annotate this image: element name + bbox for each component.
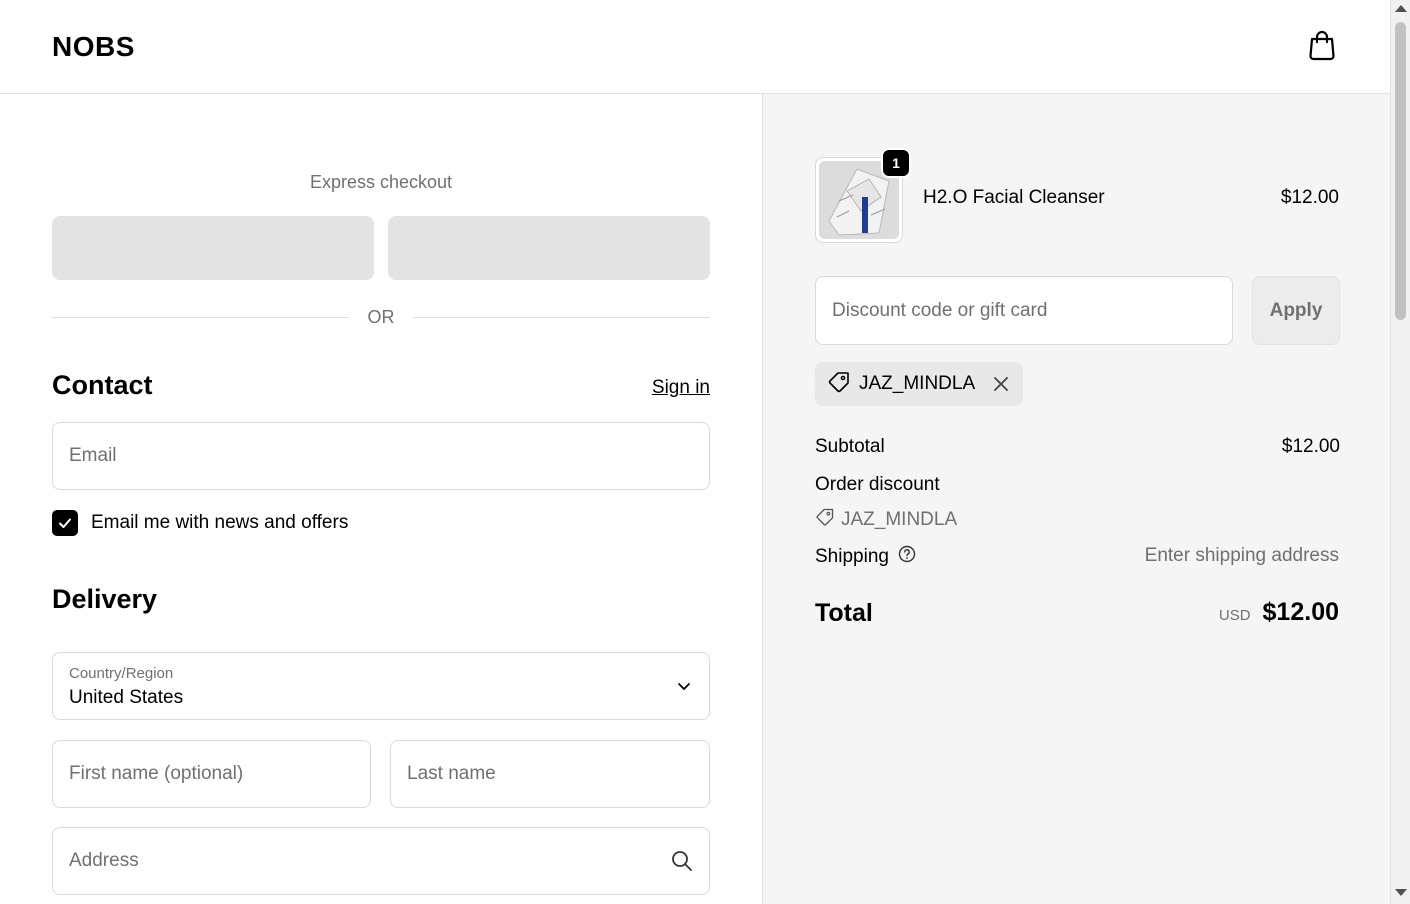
last-name-input[interactable] bbox=[391, 741, 709, 807]
scrollbar[interactable] bbox=[1390, 0, 1410, 904]
delivery-heading: Delivery bbox=[52, 584, 158, 614]
contact-heading: Contact bbox=[52, 370, 153, 400]
express-pay-button-1[interactable] bbox=[52, 216, 374, 280]
newsletter-checkbox[interactable] bbox=[52, 510, 78, 536]
country-select[interactable]: Country/Region United States bbox=[52, 652, 710, 720]
cart-button[interactable] bbox=[1304, 29, 1340, 65]
apply-button[interactable]: Apply bbox=[1252, 276, 1340, 345]
or-divider: OR bbox=[52, 306, 710, 328]
chevron-down-icon bbox=[677, 679, 691, 698]
close-icon[interactable] bbox=[993, 376, 1009, 392]
order-discount-code-row: JAZ_MINDLA bbox=[815, 507, 957, 533]
express-checkout-title: Express checkout bbox=[309, 172, 453, 192]
applied-discount-chip: JAZ_MINDLA bbox=[815, 362, 1024, 406]
order-discount-label: Order discount bbox=[815, 474, 940, 495]
newsletter-option[interactable]: Email me with news and offers bbox=[52, 509, 348, 537]
help-icon[interactable] bbox=[898, 545, 916, 569]
newsletter-label: Email me with news and offers bbox=[91, 512, 349, 533]
country-label: Country/Region bbox=[69, 665, 174, 682]
divider-line-right bbox=[413, 317, 710, 318]
total-value-group: USD $12.00 bbox=[1219, 598, 1339, 627]
brand-logo[interactable]: NOBS bbox=[52, 31, 135, 63]
first-name-input[interactable] bbox=[53, 741, 370, 807]
subtotal-label: Subtotal bbox=[815, 436, 885, 457]
subtotal-value: $12.00 bbox=[1281, 436, 1340, 457]
shipping-row: Shipping bbox=[815, 545, 916, 569]
express-pay-button-2[interactable] bbox=[388, 216, 710, 280]
product-price: $12.00 bbox=[1280, 187, 1339, 208]
order-discount-code: JAZ_MINDLA bbox=[841, 509, 958, 530]
address-field[interactable] bbox=[52, 827, 710, 895]
scroll-up-arrow-icon[interactable] bbox=[1395, 5, 1407, 12]
total-value: $12.00 bbox=[1262, 598, 1339, 626]
subtotal-row: Subtotal $12.00 bbox=[815, 436, 1340, 458]
shopping-bag-icon bbox=[1308, 29, 1336, 66]
country-value: United States bbox=[69, 687, 184, 708]
search-icon[interactable] bbox=[671, 850, 693, 877]
order-summary: 1 H2.O Facial Cleanser $12.00 Apply JAZ_… bbox=[762, 94, 1390, 904]
total-currency: USD bbox=[1218, 607, 1251, 624]
scroll-down-arrow-icon[interactable] bbox=[1395, 889, 1407, 896]
sign-in-link[interactable]: Sign in bbox=[652, 377, 710, 399]
email-field[interactable] bbox=[52, 422, 710, 490]
header: NOBS bbox=[0, 0, 1390, 94]
shipping-value: Enter shipping address bbox=[1144, 545, 1339, 566]
quantity-badge: 1 bbox=[881, 148, 911, 178]
first-name-field[interactable] bbox=[52, 740, 371, 808]
address-input[interactable] bbox=[53, 828, 709, 894]
total-label: Total bbox=[815, 599, 873, 627]
scrollbar-thumb[interactable] bbox=[1395, 22, 1406, 320]
order-discount-row: Order discount bbox=[815, 474, 1340, 496]
applied-discount-code: JAZ_MINDLA bbox=[859, 373, 976, 394]
email-input[interactable] bbox=[53, 423, 709, 489]
discount-field[interactable] bbox=[815, 276, 1233, 345]
shipping-label: Shipping bbox=[815, 546, 889, 567]
checkmark-icon bbox=[59, 518, 71, 528]
product-name: H2.O Facial Cleanser bbox=[923, 187, 1105, 208]
discount-input[interactable] bbox=[816, 277, 1232, 344]
tag-icon bbox=[827, 370, 851, 399]
last-name-field[interactable] bbox=[390, 740, 710, 808]
checkout-form: Express checkout OR Contact Sign in Emai… bbox=[0, 94, 762, 904]
tag-icon bbox=[815, 507, 835, 533]
